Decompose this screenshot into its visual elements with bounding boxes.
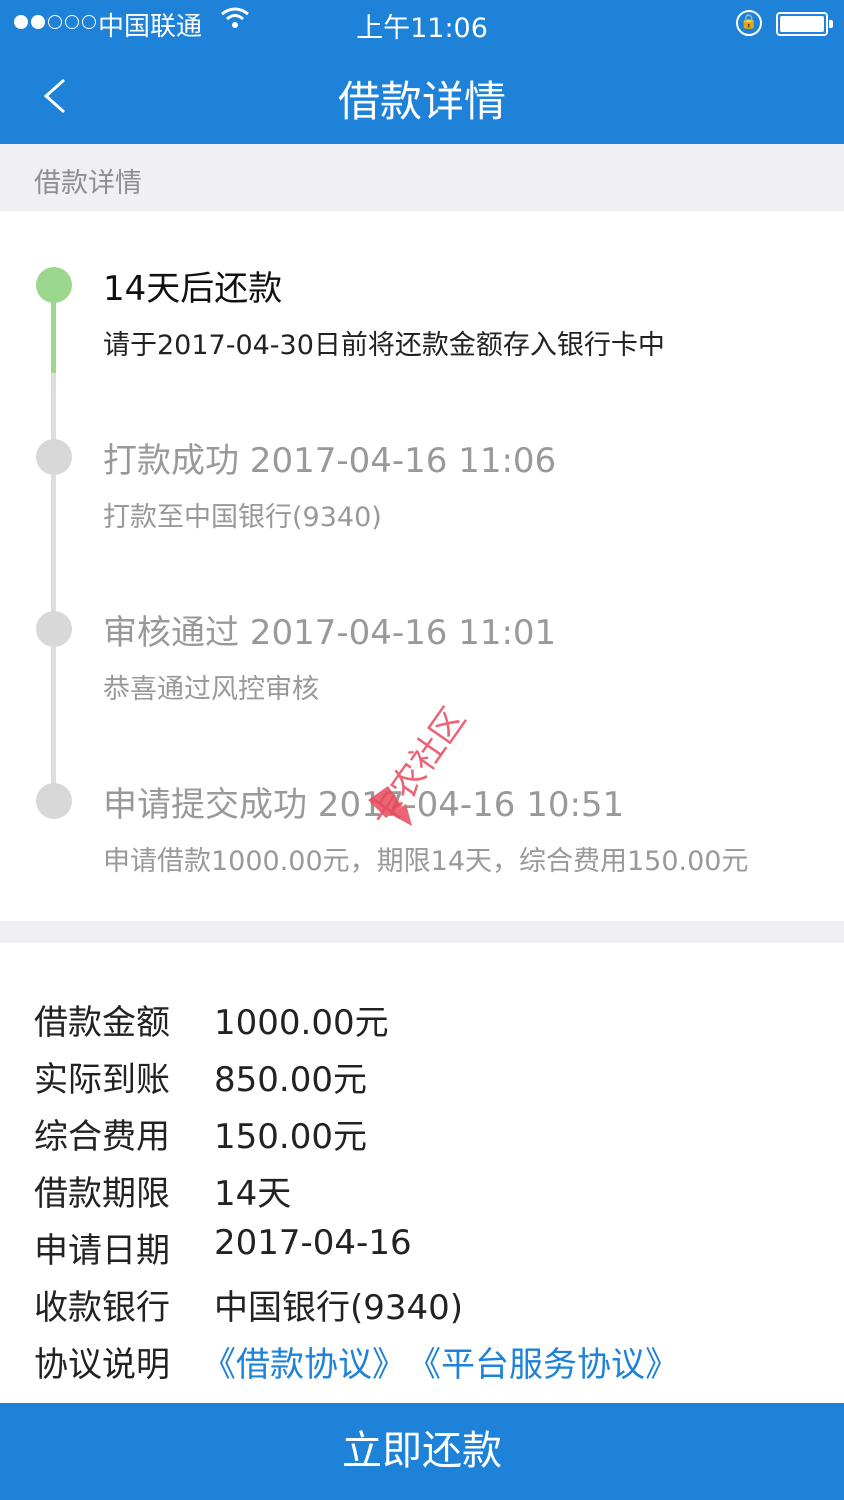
timeline-step-title: 审核通过 2017-04-16 11:01 bbox=[103, 613, 557, 653]
timeline-step-subtitle: 请于2017-04-30日前将还款金额存入银行卡中 bbox=[103, 330, 665, 361]
section-header: 借款详情 bbox=[0, 144, 844, 211]
timeline-connector bbox=[51, 373, 56, 443]
status-bar: 中国联通 上午11:06 🔒 bbox=[0, 0, 844, 48]
status-time: 上午11:06 bbox=[356, 13, 488, 44]
timeline-node-active bbox=[36, 267, 72, 303]
loan-details: 借款金额 1000.00元 实际到账 850.00元 综合费用 150.00元 … bbox=[0, 943, 844, 1403]
detail-value: 2017-04-16 bbox=[214, 1223, 412, 1263]
loan-timeline: 14天后还款 请于2017-04-30日前将还款金额存入银行卡中 打款成功 20… bbox=[0, 211, 844, 921]
detail-label: 申请日期 bbox=[34, 1231, 170, 1271]
detail-value: 850.00元 bbox=[214, 1060, 367, 1100]
detail-value: 中国银行(9340) bbox=[214, 1288, 464, 1328]
detail-label: 收款银行 bbox=[34, 1288, 170, 1328]
timeline-connector bbox=[51, 301, 56, 373]
timeline-node bbox=[36, 783, 72, 819]
platform-agreement-link[interactable]: 《平台服务协议》 bbox=[424, 1345, 679, 1385]
timeline-step-title: 申请提交成功 2017-04-16 10:51 bbox=[103, 785, 625, 825]
timeline-step-title: 打款成功 2017-04-16 11:06 bbox=[103, 441, 557, 481]
detail-value: 150.00元 bbox=[214, 1117, 367, 1157]
header-bar: 中国联通 上午11:06 🔒 借款详情 bbox=[0, 0, 844, 144]
detail-label: 协议说明 bbox=[34, 1345, 170, 1385]
page-title: 借款详情 bbox=[337, 77, 506, 126]
timeline-step-subtitle: 恭喜通过风控审核 bbox=[103, 674, 319, 705]
timeline-connector bbox=[51, 475, 56, 615]
detail-label: 借款期限 bbox=[34, 1174, 170, 1214]
detail-label: 借款金额 bbox=[34, 1003, 170, 1043]
detail-value: 14天 bbox=[214, 1174, 292, 1214]
loan-agreement-link[interactable]: 《借款协议》 bbox=[202, 1345, 406, 1385]
orientation-lock-icon: 🔒 bbox=[736, 10, 762, 36]
timeline-connector bbox=[51, 647, 56, 787]
battery-icon bbox=[776, 12, 833, 36]
timeline-step-subtitle: 申请借款1000.00元，期限14天，综合费用150.00元 bbox=[103, 846, 749, 877]
timeline-node bbox=[36, 611, 72, 647]
detail-label: 实际到账 bbox=[34, 1060, 170, 1100]
repay-now-button[interactable]: 立即还款 bbox=[0, 1403, 844, 1500]
detail-value: 1000.00元 bbox=[214, 1003, 389, 1043]
timeline-step-title: 14天后还款 bbox=[103, 269, 283, 309]
nav-bar: 借款详情 bbox=[0, 48, 844, 144]
timeline-node bbox=[36, 439, 72, 475]
detail-label: 综合费用 bbox=[34, 1117, 170, 1157]
section-header-label: 借款详情 bbox=[34, 168, 142, 199]
timeline-step-subtitle: 打款至中国银行(9340) bbox=[103, 502, 382, 533]
section-divider bbox=[0, 921, 844, 943]
